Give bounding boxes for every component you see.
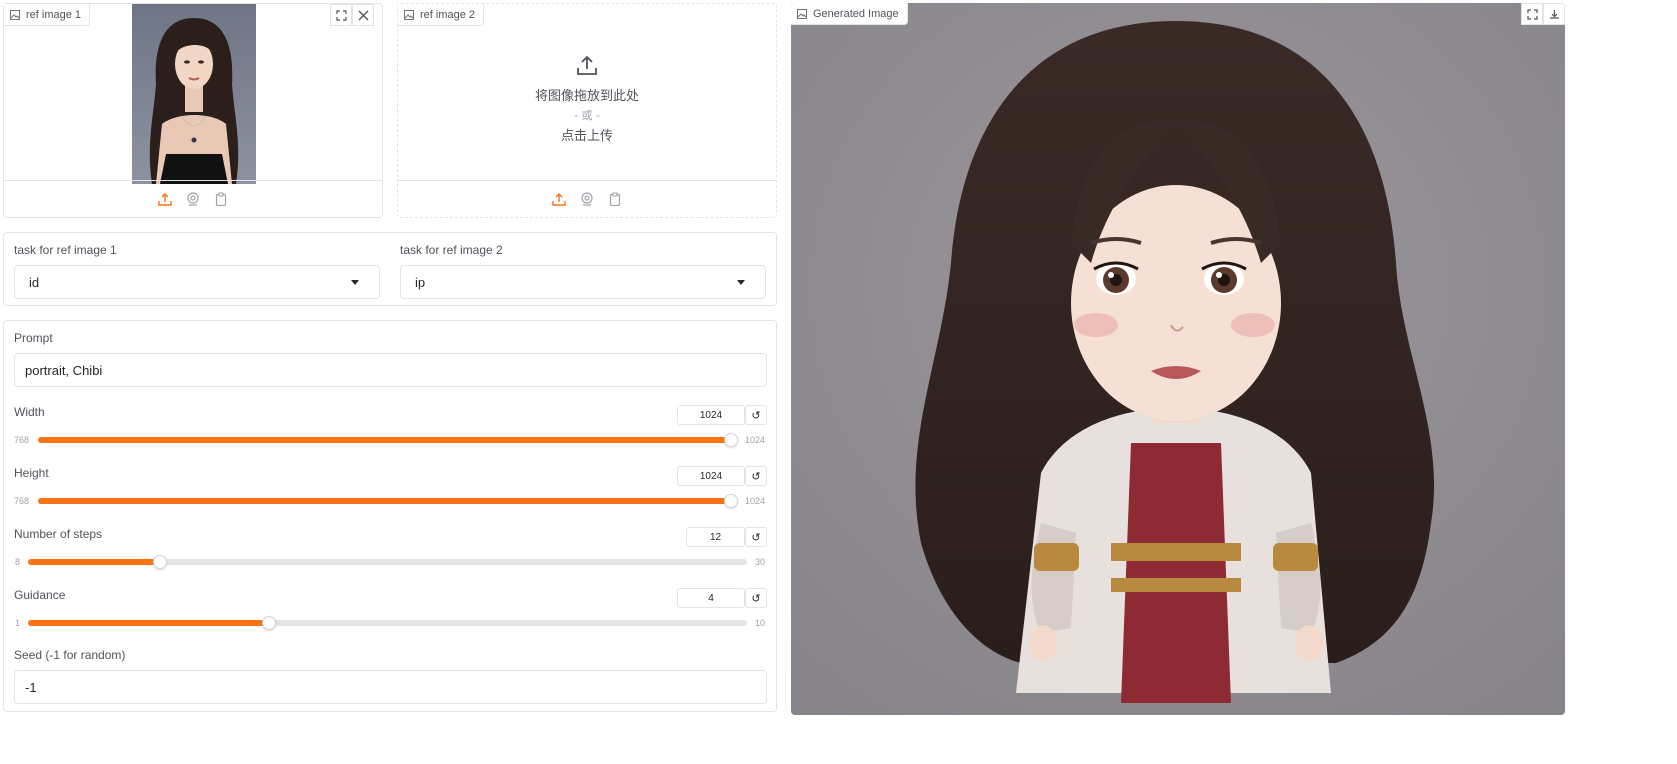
task-ref1-dropdown[interactable]: id [14, 265, 380, 299]
steps-label: Number of steps [14, 527, 103, 541]
width-label: Width [14, 405, 45, 419]
fullscreen-icon [335, 9, 347, 21]
reset-icon: ↺ [751, 592, 761, 605]
image-icon [404, 9, 414, 20]
clipboard-source-button[interactable] [607, 191, 623, 207]
download-icon [1549, 9, 1559, 19]
ref-image-2-label: ref image 2 [420, 8, 476, 21]
webcam-icon [187, 192, 199, 206]
ref-image-1-source-toolbar [4, 180, 382, 217]
guidance-slider[interactable] [28, 616, 747, 630]
webcam-source-button[interactable] [185, 191, 201, 207]
steps-slider-fill [28, 559, 159, 565]
ref-image-1-label: ref image 1 [26, 8, 82, 21]
reset-icon: ↺ [751, 531, 761, 544]
width-slider[interactable] [38, 433, 738, 447]
ref-image-1-tag: ref image 1 [4, 4, 91, 26]
task-ref2-label: task for ref image 2 [400, 243, 503, 257]
generated-image-tag: Generated Image [791, 3, 908, 25]
task-ref2-value: ip [415, 274, 426, 290]
width-max: 1024 [745, 435, 766, 445]
width-min: 768 [14, 435, 30, 445]
clipboard-icon [609, 192, 621, 206]
upload-source-button[interactable] [157, 191, 173, 207]
seed-label: Seed (-1 for random) [14, 648, 126, 662]
fullscreen-button[interactable] [1521, 3, 1543, 25]
width-slider-thumb[interactable] [724, 433, 738, 447]
close-icon [358, 10, 368, 20]
steps-max: 30 [755, 557, 766, 567]
chevron-down-icon [737, 280, 745, 285]
guidance-reset-button[interactable]: ↺ [745, 588, 767, 608]
ref-image-1-panel[interactable]: ref image 1 [3, 3, 383, 218]
parameters-panel: Prompt portrait, Chibi Width 1024 ↺ 768 … [3, 320, 777, 712]
webcam-source-button[interactable] [579, 191, 595, 207]
download-button[interactable] [1543, 3, 1565, 25]
fullscreen-button[interactable] [330, 4, 352, 26]
fullscreen-icon [1526, 8, 1538, 20]
webcam-icon [581, 192, 593, 206]
image-icon [10, 9, 20, 20]
width-reset-button[interactable]: ↺ [745, 405, 767, 425]
upload-icon [158, 193, 172, 206]
height-max: 1024 [745, 496, 766, 506]
prompt-label: Prompt [14, 331, 53, 345]
task-ref1-value: id [29, 274, 40, 290]
ref-image-1-photo [132, 4, 256, 184]
height-min: 768 [14, 496, 30, 506]
image-icon [797, 8, 807, 19]
guidance-number-input[interactable]: 4 [677, 588, 745, 608]
ref-image-2-dropzone[interactable]: ref image 2 将图像拖放到此处 - 或 - 点击上传 [397, 3, 777, 218]
clear-image-button[interactable] [352, 4, 374, 26]
guidance-slider-fill [28, 620, 268, 626]
task-ref2-dropdown[interactable]: ip [400, 265, 766, 299]
click-upload-text[interactable]: 点击上传 [398, 125, 776, 144]
guidance-min: 1 [15, 618, 21, 628]
generated-image-label: Generated Image [813, 7, 899, 20]
guidance-max: 10 [755, 618, 766, 628]
prompt-input[interactable]: portrait, Chibi [14, 353, 767, 387]
generated-image-panel: Generated Image [791, 3, 1565, 715]
ref-image-2-source-toolbar [398, 180, 776, 217]
steps-min: 8 [15, 557, 21, 567]
height-slider-thumb[interactable] [724, 494, 738, 508]
seed-input[interactable]: -1 [14, 670, 767, 704]
chevron-down-icon [351, 280, 359, 285]
height-label: Height [14, 466, 49, 480]
height-number-input[interactable]: 1024 [677, 466, 745, 486]
height-slider[interactable] [38, 494, 738, 508]
drop-text: 将图像拖放到此处 [534, 89, 639, 104]
height-reset-button[interactable]: ↺ [745, 466, 767, 486]
reset-icon: ↺ [751, 409, 761, 422]
steps-slider-thumb[interactable] [152, 555, 167, 569]
width-slider-fill [38, 437, 730, 443]
upload-source-button[interactable] [551, 191, 567, 207]
generated-image [791, 3, 1565, 715]
clipboard-source-button[interactable] [213, 191, 229, 207]
ref-image-2-tag: ref image 2 [398, 4, 485, 26]
steps-number-input[interactable]: 12 [686, 527, 745, 547]
reset-icon: ↺ [751, 470, 761, 483]
clipboard-icon [215, 192, 227, 206]
height-slider-fill [38, 498, 730, 504]
task-selectors-panel: task for ref image 1 id task for ref ima… [3, 232, 777, 306]
or-text: - 或 - [574, 109, 600, 122]
upload-icon [577, 55, 597, 75]
steps-reset-button[interactable]: ↺ [745, 527, 767, 547]
upload-icon [552, 193, 566, 206]
task-ref1-label: task for ref image 1 [14, 243, 117, 257]
width-number-input[interactable]: 1024 [677, 405, 745, 425]
guidance-slider-thumb[interactable] [261, 616, 276, 630]
guidance-label: Guidance [14, 588, 66, 602]
steps-slider[interactable] [28, 555, 747, 569]
